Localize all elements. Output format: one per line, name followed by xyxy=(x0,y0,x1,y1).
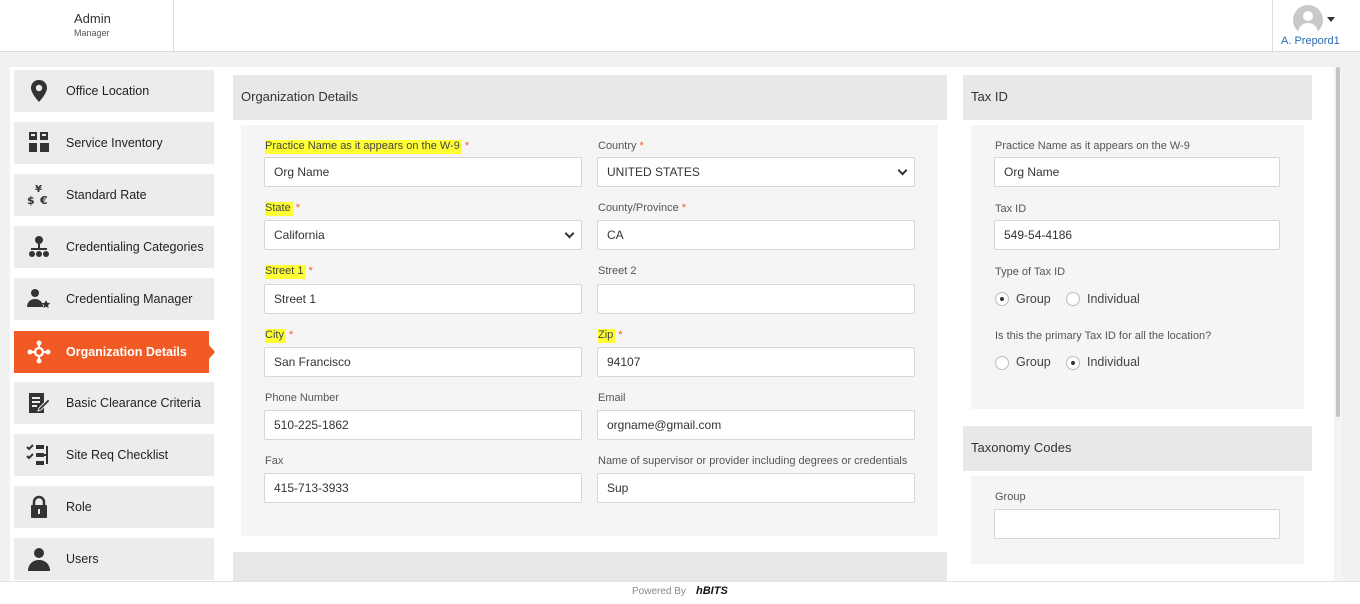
country-select[interactable]: UNITED STATES xyxy=(597,157,915,187)
primary-individual-label[interactable]: Individual xyxy=(1087,355,1140,369)
powered-by-text: Powered By xyxy=(632,586,686,597)
sidebar-item-label: Credentialing Manager xyxy=(66,292,193,306)
svg-text:$: $ xyxy=(27,194,35,207)
supervisor-label: Name of supervisor or provider including… xyxy=(598,455,908,467)
page-scrollbar[interactable] xyxy=(1334,67,1342,581)
street1-label: Street 1 * xyxy=(265,265,313,279)
footer: Powered By hBITS xyxy=(0,581,1360,604)
sidebar-item-office-location[interactable]: Office Location xyxy=(14,70,214,112)
sidebar-item-label: Organization Details xyxy=(66,345,187,359)
user-name[interactable]: A. Prepord1 xyxy=(1281,35,1340,47)
panel-title: Organization Details xyxy=(241,89,359,104)
panel-title: Tax ID xyxy=(971,89,1008,104)
country-label: Country * xyxy=(598,140,644,152)
practice-name-label: Practice Name as it appears on the W-9 * xyxy=(265,140,470,154)
supervisor-field[interactable]: Sup xyxy=(597,473,915,503)
sidebar-item-label: Site Req Checklist xyxy=(66,448,169,462)
phone-label: Phone Number xyxy=(265,392,339,404)
inventory-icon xyxy=(26,131,52,155)
hierarchy-icon xyxy=(26,235,52,259)
tax-practice-name-field[interactable]: Org Name xyxy=(994,157,1280,187)
zip-label: Zip * xyxy=(598,329,623,343)
footer-logo: hBITS xyxy=(696,585,728,597)
organization-icon xyxy=(26,340,52,364)
sidebar-item-users[interactable]: Users xyxy=(14,538,214,580)
panel-title: Taxonomy Codes xyxy=(971,440,1072,455)
street2-field[interactable] xyxy=(597,284,915,314)
fax-field[interactable]: 415-713-3933 xyxy=(264,473,582,503)
sidebar-item-credentialing-manager[interactable]: Credentialing Manager xyxy=(14,278,214,320)
tax-id-label: Tax ID xyxy=(995,203,1027,215)
lock-icon xyxy=(26,495,52,519)
avatar-icon[interactable] xyxy=(1293,5,1323,35)
country-value: UNITED STATES xyxy=(607,165,700,179)
primary-group-radio[interactable] xyxy=(995,356,1009,370)
sidebar-item-service-inventory[interactable]: Service Inventory xyxy=(14,122,214,164)
brand-area: Admin Manager xyxy=(0,0,174,52)
primary-tax-id-label: Is this the primary Tax ID for all the l… xyxy=(995,330,1212,342)
state-value: California xyxy=(274,228,325,242)
tax-type-individual-radio[interactable] xyxy=(1066,292,1080,306)
tax-id-header: Tax ID xyxy=(963,75,1312,120)
practice-name-field[interactable]: Org Name xyxy=(264,157,582,187)
street1-field[interactable]: Street 1 xyxy=(264,284,582,314)
sidebar-item-label: Office Location xyxy=(66,84,150,98)
state-label: State * xyxy=(265,202,300,216)
user-icon xyxy=(26,547,52,571)
sidebar-item-standard-rate[interactable]: ¥ $ € Standard Rate xyxy=(14,174,214,216)
top-header: Admin Manager A. Prepord1 xyxy=(0,0,1360,52)
chevron-down-icon xyxy=(897,165,908,176)
scrollbar-thumb[interactable] xyxy=(1336,67,1340,417)
sidebar-item-label: Basic Clearance Criteria xyxy=(66,396,201,410)
state-select[interactable]: California xyxy=(264,220,582,250)
sidebar-item-label: Service Inventory xyxy=(66,136,163,150)
county-field[interactable]: CA xyxy=(597,220,915,250)
tax-type-label: Type of Tax ID xyxy=(995,266,1066,278)
next-section-header xyxy=(233,552,947,581)
sidebar-item-label: Role xyxy=(66,500,92,514)
taxonomy-group-label: Group xyxy=(995,491,1026,503)
user-star-icon xyxy=(26,287,52,311)
tax-type-group-label[interactable]: Group xyxy=(1016,292,1051,306)
tax-practice-name-label: Practice Name as it appears on the W-9 xyxy=(995,140,1190,152)
map-pin-icon xyxy=(26,79,52,103)
app-subtitle: Manager xyxy=(74,28,110,38)
tax-id-field[interactable]: 549-54-4186 xyxy=(994,220,1280,250)
taxonomy-codes-header: Taxonomy Codes xyxy=(963,426,1312,471)
tax-type-group-radio[interactable] xyxy=(995,292,1009,306)
city-field[interactable]: San Francisco xyxy=(264,347,582,377)
sidebar-item-role[interactable]: Role xyxy=(14,486,214,528)
county-label: County/Province * xyxy=(598,202,686,214)
fax-label: Fax xyxy=(265,455,284,467)
taxonomy-group-field[interactable] xyxy=(994,509,1280,539)
city-label: City * xyxy=(265,329,294,343)
email-label: Email xyxy=(598,392,626,404)
primary-individual-radio[interactable] xyxy=(1066,356,1080,370)
app-title: Admin xyxy=(74,11,111,26)
checklist-icon xyxy=(26,443,52,467)
primary-group-label[interactable]: Group xyxy=(1016,355,1051,369)
sidebar-item-organization-details[interactable]: Organization Details xyxy=(14,331,215,373)
sidebar-item-site-req-checklist[interactable]: Site Req Checklist xyxy=(14,434,214,476)
chevron-down-icon[interactable] xyxy=(1327,17,1335,22)
sidebar-item-credentialing-categories[interactable]: Credentialing Categories xyxy=(14,226,214,268)
sidebar-item-basic-clearance-criteria[interactable]: Basic Clearance Criteria xyxy=(14,382,214,424)
sidebar-item-label: Standard Rate xyxy=(66,188,147,202)
street2-label: Street 2 xyxy=(598,265,637,277)
sidebar-item-label: Users xyxy=(66,552,99,566)
currency-icon: ¥ $ € xyxy=(26,183,52,207)
phone-field[interactable]: 510-225-1862 xyxy=(264,410,582,440)
organization-details-header: Organization Details xyxy=(233,75,947,120)
chevron-down-icon xyxy=(564,228,575,239)
email-field[interactable]: orgname@gmail.com xyxy=(597,410,915,440)
user-menu[interactable]: A. Prepord1 xyxy=(1272,0,1360,52)
tax-type-individual-label[interactable]: Individual xyxy=(1087,292,1140,306)
svg-text:€: € xyxy=(39,194,48,207)
zip-field[interactable]: 94107 xyxy=(597,347,915,377)
edit-document-icon xyxy=(26,391,52,415)
sidebar-item-label: Credentialing Categories xyxy=(66,240,204,254)
